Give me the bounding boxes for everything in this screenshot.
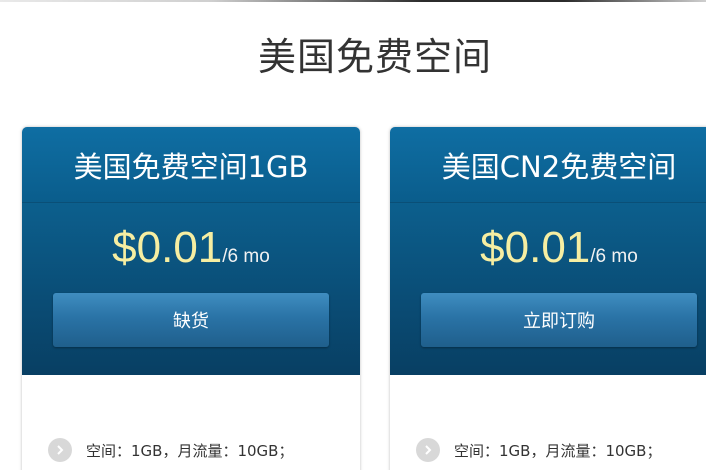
plan-price: $0.01	[112, 223, 223, 272]
page-title: 美国免费空间	[257, 35, 492, 79]
chevron-right-icon	[416, 438, 440, 462]
feature-item: 空间：1GB，月流量：10GB；	[48, 438, 293, 462]
plan-period: /6 mo	[590, 246, 638, 267]
order-now-button[interactable]: 立即订购	[421, 293, 697, 347]
pricing-page: 美国免费空间 美国免费空间1GB $0.01/6 mo 缺货 空间：1GB，月流…	[0, 0, 706, 470]
feature-text: 空间：1GB，月流量：10GB；	[454, 441, 662, 460]
plan-price: $0.01	[480, 223, 591, 272]
out-of-stock-button[interactable]: 缺货	[53, 293, 329, 347]
plan-header: 美国CN2免费空间	[390, 127, 706, 203]
feature-text: 空间：1GB，月流量：10GB；	[86, 441, 294, 460]
chevron-right-icon	[48, 438, 72, 462]
plan-price-area: $0.01/6 mo 缺货	[22, 203, 360, 375]
top-divider	[0, 0, 706, 2]
plan-period: /6 mo	[222, 246, 270, 267]
plan-header: 美国免费空间1GB	[22, 127, 360, 203]
price-row: $0.01/6 mo	[390, 223, 706, 273]
plan-name: 美国CN2免费空间	[441, 149, 677, 184]
plan-card-2: 美国CN2免费空间 $0.01/6 mo 立即订购 空间：1GB，月流量：10G…	[390, 127, 706, 470]
price-row: $0.01/6 mo	[22, 223, 360, 273]
plan-card-1: 美国免费空间1GB $0.01/6 mo 缺货 空间：1GB，月流量：10GB；	[22, 127, 360, 470]
plan-price-area: $0.01/6 mo 立即订购	[390, 203, 706, 375]
feature-item: 空间：1GB，月流量：10GB；	[416, 438, 661, 462]
plan-name: 美国免费空间1GB	[73, 149, 309, 184]
